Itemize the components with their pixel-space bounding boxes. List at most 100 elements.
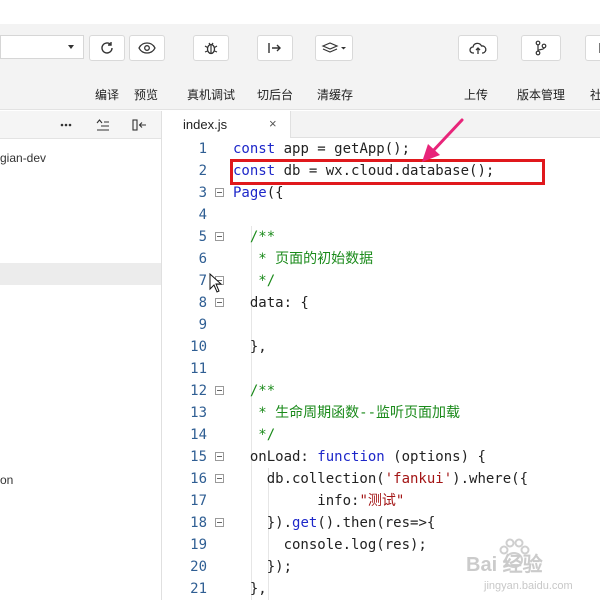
line-number: 11: [190, 361, 207, 377]
close-icon[interactable]: ×: [269, 117, 277, 131]
compile-mode-select[interactable]: [0, 35, 84, 59]
editor-tabs-bar: index.js ×: [163, 111, 600, 138]
line-number: 9: [198, 317, 207, 333]
code-line: 7 */: [163, 270, 600, 292]
refresh-icon: [101, 42, 113, 54]
line-number: 10: [190, 339, 207, 355]
fold-toggle-icon[interactable]: [215, 474, 224, 483]
line-number: 14: [190, 427, 207, 443]
preview-button[interactable]: [129, 35, 165, 61]
community-icon: [599, 43, 600, 53]
bug-icon: [204, 42, 218, 55]
code-line: 12 /**: [163, 380, 600, 402]
line-number: 2: [198, 163, 207, 179]
switch-background-icon: [268, 43, 281, 53]
tree-item-fragment[interactable]: on: [0, 473, 13, 487]
line-number: 17: [190, 493, 207, 509]
code-line: 14 */: [163, 424, 600, 446]
code-line: 11: [163, 358, 600, 380]
clear-cache-label: 清缓存: [317, 88, 354, 102]
switch-background-label: 切后台: [257, 88, 294, 102]
code-line: 6 * 页面的初始数据: [163, 248, 600, 270]
upload-label: 上传: [464, 88, 489, 102]
line-number: 21: [190, 581, 207, 597]
code-text: });: [233, 559, 293, 575]
community-button[interactable]: [585, 35, 600, 61]
device-debug-button[interactable]: [193, 35, 229, 61]
line-number: 8: [198, 295, 207, 311]
chevron-down-icon: [68, 45, 74, 49]
code-text: /**: [249, 383, 276, 399]
eye-icon: [138, 42, 156, 54]
code-line: 17 info:"测试": [163, 490, 600, 512]
code-text: },: [233, 339, 267, 355]
line-number: 20: [190, 559, 207, 575]
code-line: 5 /**: [163, 226, 600, 248]
code-line: 8 data: {: [163, 292, 600, 314]
code-text: info:"测试": [233, 493, 405, 509]
code-text: },: [233, 581, 267, 597]
project-tree-item[interactable]: gian-dev: [0, 151, 46, 165]
line-number: 7: [198, 273, 207, 289]
watermark: Bai 经验 jingyan.baidu.com: [462, 532, 600, 600]
code-line: 4: [163, 204, 600, 226]
fold-toggle-icon[interactable]: [215, 232, 224, 241]
upload-button[interactable]: [458, 35, 498, 61]
line-number: 6: [198, 251, 207, 267]
selected-tree-row[interactable]: [0, 263, 161, 285]
line-number: 1: [198, 141, 207, 157]
line-number: 5: [198, 229, 207, 245]
code-text: console.log(res);: [233, 537, 427, 553]
switch-background-button[interactable]: [257, 35, 293, 61]
code-text: data: {: [233, 295, 309, 311]
code-line: 18 }).get().then(res=>{: [163, 512, 600, 534]
line-number: 15: [190, 449, 207, 465]
code-text: */: [258, 427, 276, 443]
mouse-cursor-icon: [209, 273, 223, 293]
version-management-button[interactable]: [521, 35, 561, 61]
code-text: const app = getApp();: [233, 141, 411, 157]
code-text: db.collection('fankui').where({: [233, 471, 529, 487]
highlight-box: [230, 159, 545, 185]
code-text: /**: [249, 229, 276, 245]
preview-label: 预览: [134, 88, 159, 102]
fold-toggle-icon[interactable]: [215, 386, 224, 395]
line-number: 18: [190, 515, 207, 531]
line-number: 16: [190, 471, 207, 487]
sort-icon[interactable]: [95, 118, 111, 132]
annotation-arrow-icon: [422, 118, 464, 162]
file-explorer-panel: gian-dev on: [0, 111, 162, 600]
device-debug-label: 真机调试: [187, 88, 236, 102]
code-editor[interactable]: 1 const app = getApp(); 2 const db = wx.cl…: [163, 138, 600, 600]
fold-toggle-icon[interactable]: [215, 518, 224, 527]
window-top-strip: [0, 0, 600, 24]
fold-toggle-icon[interactable]: [215, 298, 224, 307]
code-line: 16 db.collection('fankui').where({: [163, 468, 600, 490]
compile-button[interactable]: [89, 35, 125, 61]
tab-label: index.js: [183, 117, 228, 132]
compile-label: 编译: [95, 88, 120, 102]
collapse-panel-icon[interactable]: [131, 118, 149, 132]
code-line: 10 },: [163, 336, 600, 358]
tab-index-js[interactable]: index.js ×: [163, 111, 291, 138]
code-text: * 生命周期函数--监听页面加载: [258, 405, 461, 421]
clear-cache-button[interactable]: [315, 35, 353, 61]
code-text: onLoad: function (options) {: [233, 449, 486, 465]
cloud-upload-icon: [469, 42, 487, 54]
code-text: Page({: [233, 185, 284, 201]
line-number: 3: [198, 185, 207, 201]
version-management-label: 版本管理: [517, 88, 566, 102]
watermark-brand: Bai 经验: [466, 554, 543, 576]
community-label: 社: [590, 88, 600, 102]
fold-toggle-icon[interactable]: [215, 188, 224, 197]
fold-toggle-icon[interactable]: [215, 452, 224, 461]
line-number: 4: [198, 207, 207, 223]
code-line: 9: [163, 314, 600, 336]
code-line: 3 Page({: [163, 182, 600, 204]
code-line: 13 * 生命周期函数--监听页面加载: [163, 402, 600, 424]
code-text: * 页面的初始数据: [258, 251, 374, 267]
more-options-icon[interactable]: [58, 118, 74, 132]
code-text: }).get().then(res=>{: [233, 515, 436, 531]
code-line: 1 const app = getApp();: [163, 138, 600, 160]
line-number: 12: [190, 383, 207, 399]
